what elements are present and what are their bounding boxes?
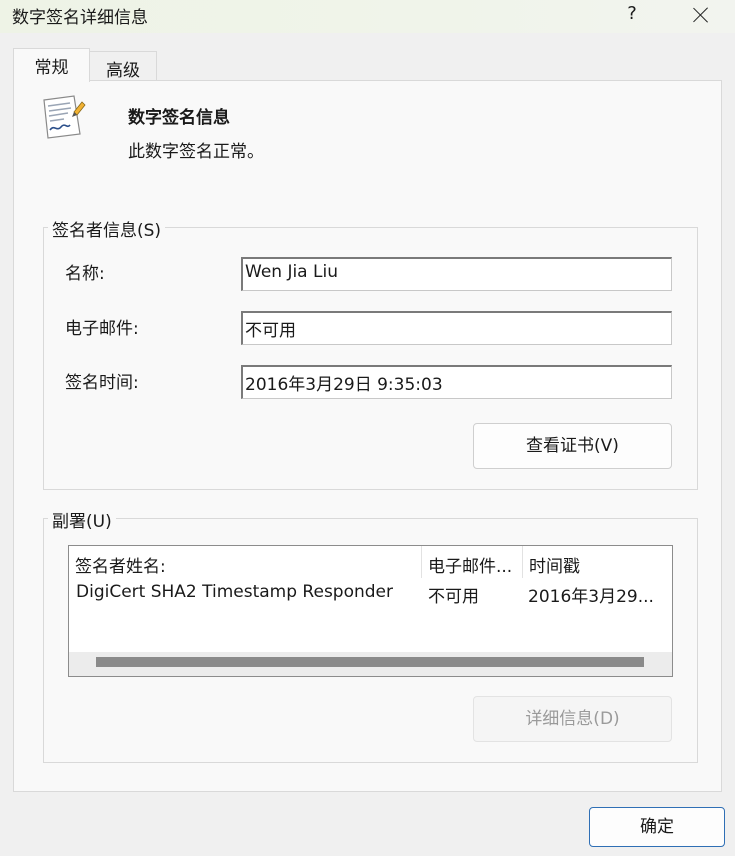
ok-button[interactable]: 确定 <box>589 807 725 847</box>
name-field[interactable]: Wen Jia Liu <box>241 257 672 291</box>
window-title: 数字签名详细信息 <box>12 8 148 28</box>
column-header-email[interactable]: 电子邮件... <box>422 546 522 578</box>
view-certificate-button[interactable]: 查看证书(V) <box>473 423 672 469</box>
countersignatures-legend: 副署(U) <box>48 507 116 532</box>
help-button[interactable]: ? <box>617 0 647 30</box>
signing-time-label: 签名时间: <box>65 373 139 393</box>
details-button: 详细信息(D) <box>473 696 672 742</box>
countersignature-list[interactable]: 签名者姓名: 电子邮件... 时间戳 DigiCert SHA2 Timesta… <box>68 545 673 677</box>
column-header-timestamp[interactable]: 时间戳 <box>523 546 672 578</box>
row-signer-name[interactable]: DigiCert SHA2 Timestamp Responder <box>76 582 393 602</box>
signer-info-legend: 签名者信息(S) <box>48 216 166 241</box>
title-bar: 数字签名详细信息 ? <box>0 0 735 33</box>
row-timestamp[interactable]: 2016年3月29... <box>528 582 654 607</box>
tab-advanced[interactable]: 高级 <box>89 51 157 81</box>
signing-time-field[interactable]: 2016年3月29日 9:35:03 <box>241 365 672 399</box>
signature-status: 此数字签名正常。 <box>128 142 264 162</box>
email-label: 电子邮件: <box>65 319 139 339</box>
name-label: 名称: <box>65 264 105 284</box>
signature-info-heading: 数字签名信息 <box>128 108 230 128</box>
close-icon[interactable] <box>688 3 714 27</box>
signed-document-icon <box>43 95 86 139</box>
horizontal-scrollbar[interactable] <box>69 652 672 676</box>
tab-general[interactable]: 常规 <box>13 48 90 82</box>
email-field[interactable]: 不可用 <box>241 311 672 345</box>
column-header-signer-name[interactable]: 签名者姓名: <box>69 546 421 578</box>
scrollbar-thumb[interactable] <box>96 657 644 667</box>
row-email[interactable]: 不可用 <box>428 582 479 607</box>
